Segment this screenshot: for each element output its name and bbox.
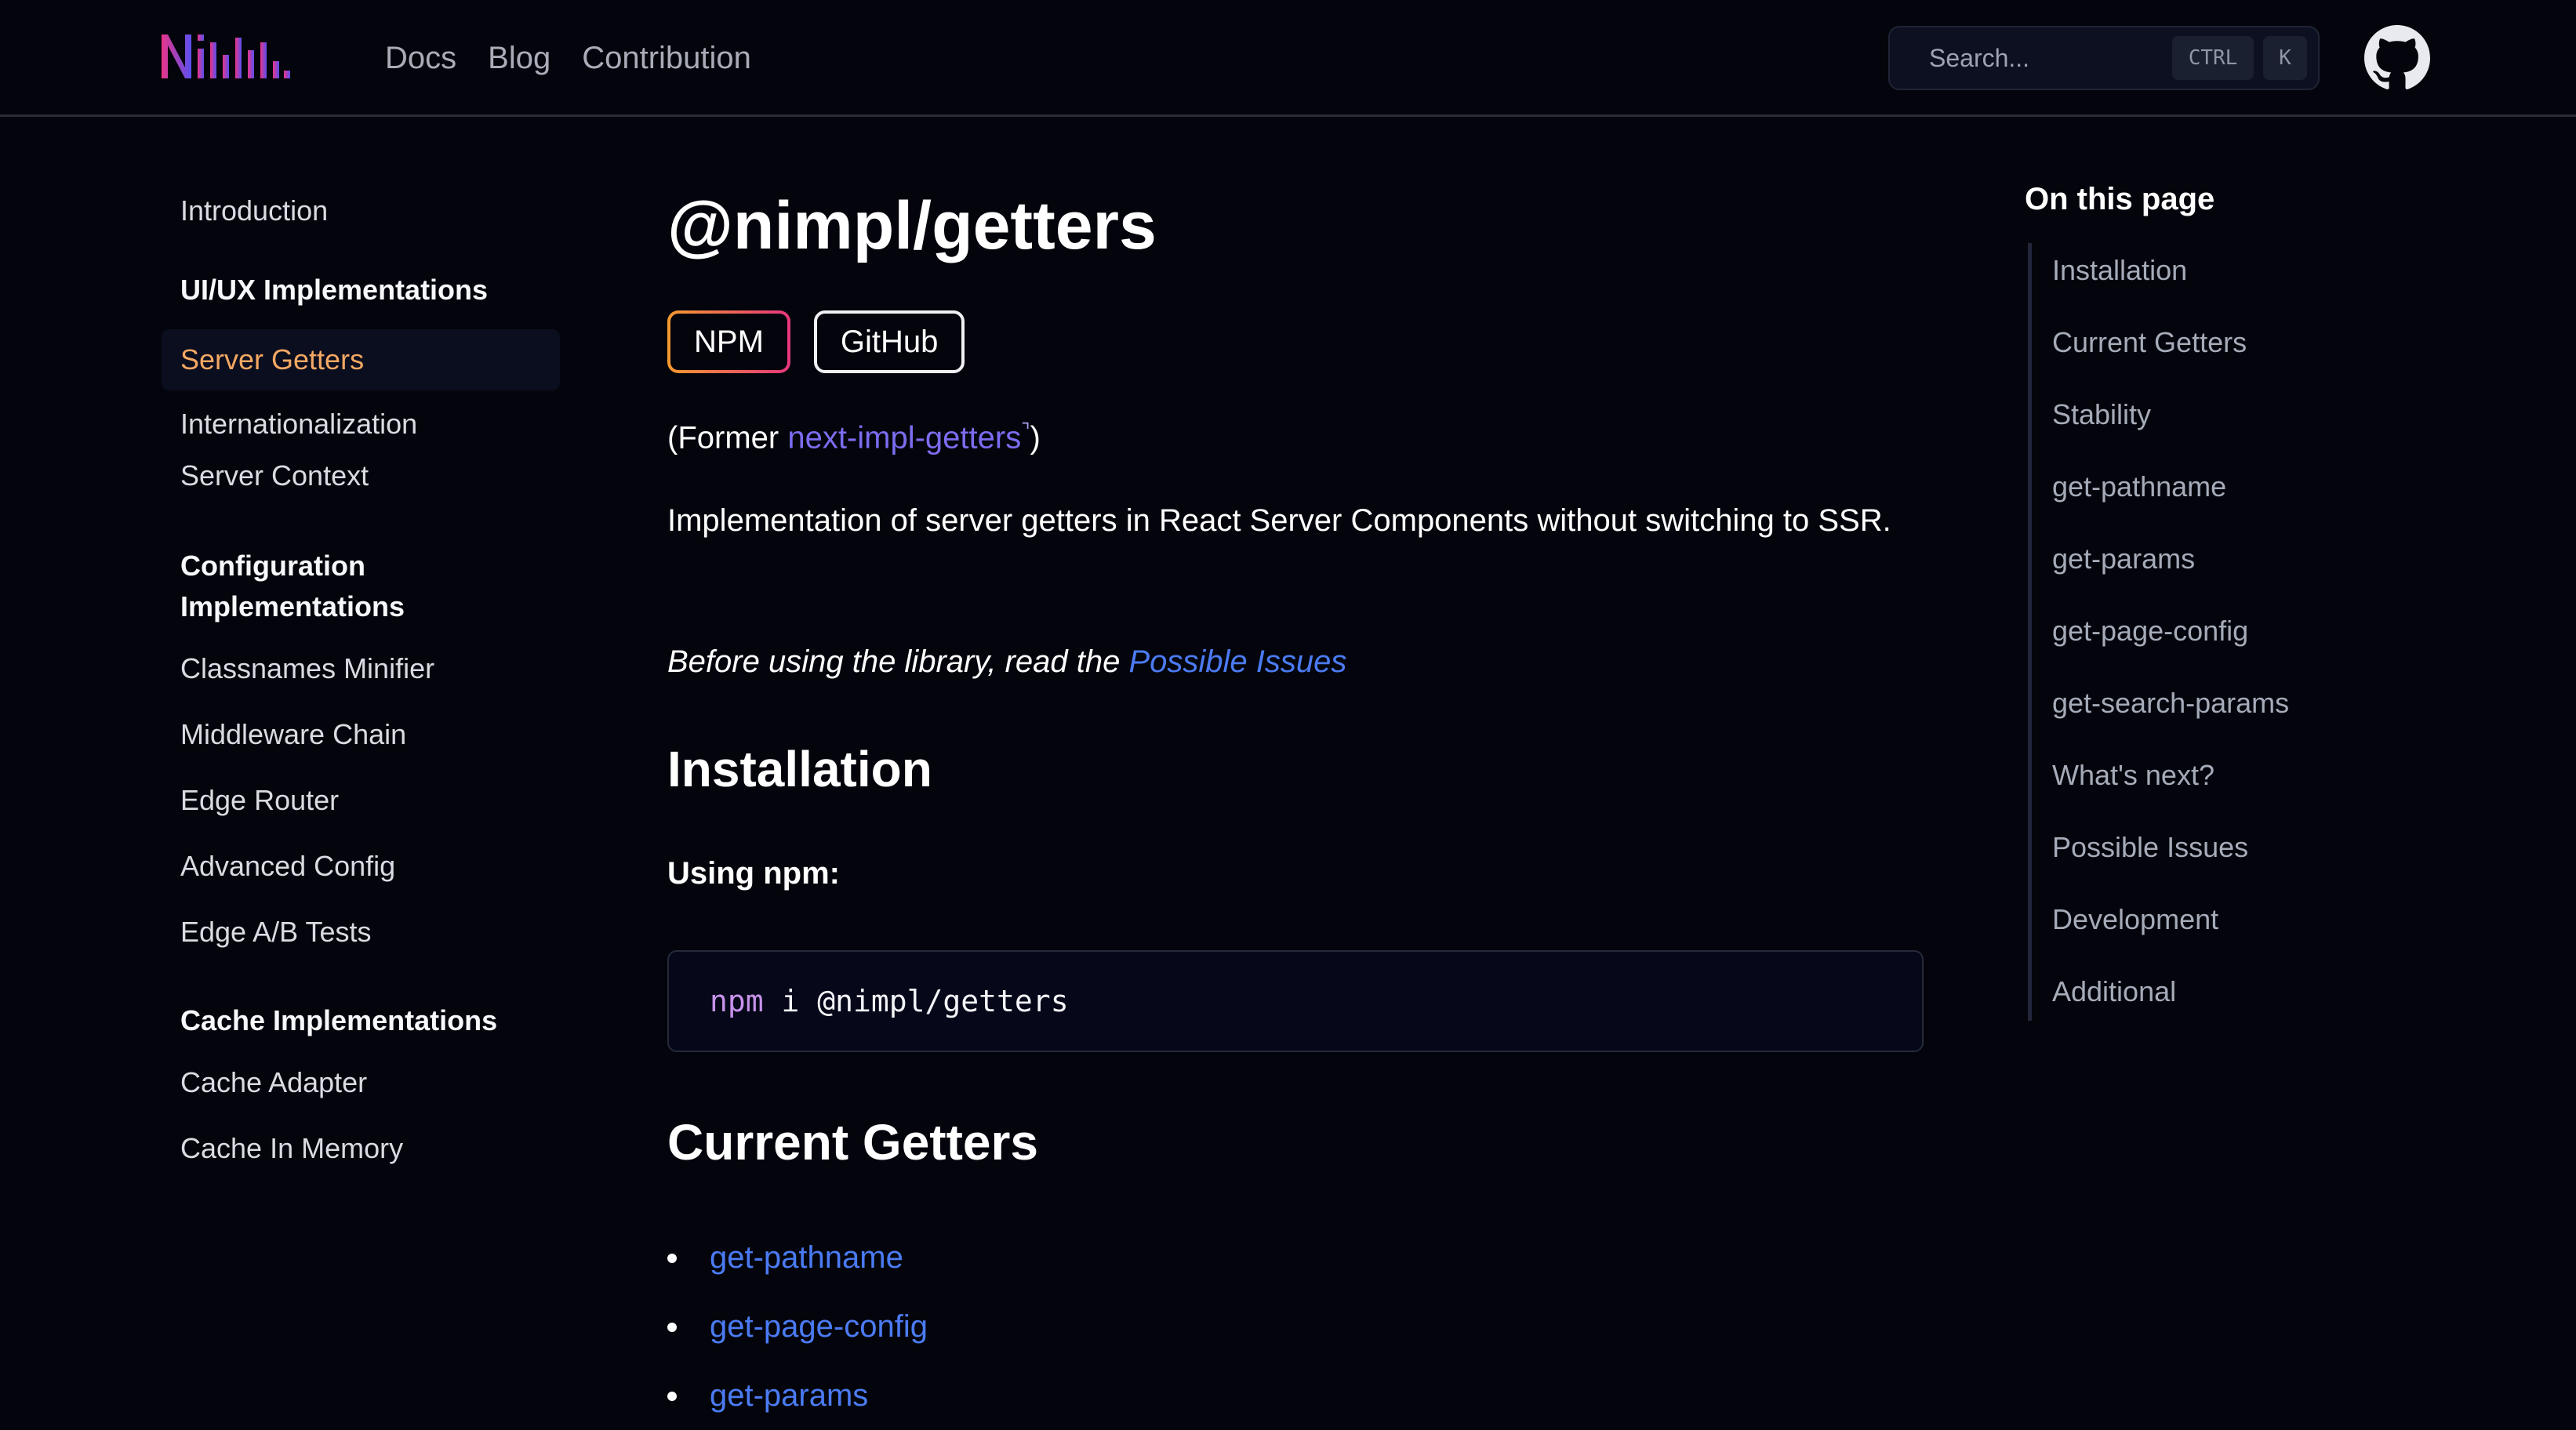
npm-badge-link[interactable]: NPM <box>667 310 790 373</box>
toc-item-stability[interactable]: Stability <box>2032 379 2417 451</box>
list-item: get-pathname <box>667 1223 928 1292</box>
sidebar-item-advanced-config[interactable]: Advanced Config <box>162 834 560 900</box>
sidebar-item-middleware-chain[interactable]: Middleware Chain <box>162 702 560 768</box>
sidebar-item-edge-router[interactable]: Edge Router <box>162 768 560 834</box>
toc-item-installation[interactable]: Installation <box>2032 243 2417 307</box>
toc-item-get-page-config[interactable]: get-page-config <box>2032 595 2417 667</box>
getters-list: get-pathname get-page-config get-params <box>667 1223 928 1430</box>
search-placeholder[interactable]: Search... <box>1929 44 2172 73</box>
table-of-contents: On this page Installation Current Getter… <box>2025 176 2417 1021</box>
sidebar-heading-uiux: UI/UX Implementations <box>180 274 489 306</box>
toc-title: On this page <box>2025 182 2215 216</box>
sidebar-item-introduction[interactable]: Introduction <box>162 172 560 243</box>
current-getters-heading: Current Getters <box>667 1114 1038 1170</box>
toc-item-additional[interactable]: Additional <box>2032 956 2417 1021</box>
sidebar-item-internationalization[interactable]: Internationalization <box>162 390 560 458</box>
code-command: npm <box>710 984 764 1018</box>
sidebar-heading-cache: Cache Implementations <box>180 1004 498 1036</box>
sidebar-item-cache-adapter[interactable]: Cache Adapter <box>162 1065 560 1116</box>
sidebar-item-classnames-minifier[interactable]: Classnames Minifier <box>162 651 560 702</box>
using-npm-label: Using npm: <box>667 856 840 891</box>
search-box[interactable]: Search... CTRL K <box>1888 26 2320 90</box>
former-prefix: (Former <box>667 420 788 455</box>
get-page-config-link[interactable]: get-page-config <box>710 1309 928 1344</box>
code-args: i @nimpl/getters <box>763 984 1069 1018</box>
shortcut-ctrl-key: CTRL <box>2172 36 2254 80</box>
toc-item-get-params[interactable]: get-params <box>2032 523 2417 595</box>
former-suffix: ) <box>1030 420 1041 455</box>
former-name-note: (Former next-impl-getters⌝) <box>667 408 1041 461</box>
sidebar-heading-configuration: Configuration Implementations <box>180 550 405 622</box>
github-badge-link[interactable]: GitHub <box>813 310 965 373</box>
external-link-icon: ⌝ <box>1021 420 1030 441</box>
badge-row: NPM GitHub <box>667 310 965 373</box>
warning-note: Before using the library, read the Possi… <box>667 638 1346 685</box>
install-code-block[interactable]: npm i @nimpl/getters <box>667 950 1924 1052</box>
toc-item-current-getters[interactable]: Current Getters <box>2032 307 2417 379</box>
toc-item-get-pathname[interactable]: get-pathname <box>2032 451 2417 523</box>
toc-list: Installation Current Getters Stability g… <box>2028 243 2417 1021</box>
installation-heading: Installation <box>667 741 932 797</box>
get-pathname-link[interactable]: get-pathname <box>710 1240 903 1275</box>
description: Implementation of server getters in Reac… <box>667 503 1891 538</box>
docs-sidebar: Introduction UI/UX Implementations Serve… <box>162 172 560 1167</box>
nimpl-logo[interactable] <box>162 31 292 82</box>
toc-item-development[interactable]: Development <box>2032 884 2417 956</box>
sidebar-item-edge-ab-tests[interactable]: Edge A/B Tests <box>162 900 560 950</box>
toc-item-whats-next[interactable]: What's next? <box>2032 739 2417 811</box>
get-params-link[interactable]: get-params <box>710 1378 868 1413</box>
possible-issues-link[interactable]: Possible Issues <box>1128 644 1346 679</box>
toc-item-get-search-params[interactable]: get-search-params <box>2032 667 2417 739</box>
nav-contribution[interactable]: Contribution <box>582 34 751 82</box>
former-package-link[interactable]: next-impl-getters <box>787 420 1021 455</box>
top-header: Docs Blog Contribution Search... CTRL K <box>0 0 2576 117</box>
list-item: get-params <box>667 1361 928 1430</box>
sidebar-item-server-getters[interactable]: Server Getters <box>162 329 560 390</box>
note-prefix: Before using the library, read the <box>667 644 1129 679</box>
main-nav: Docs Blog Contribution <box>385 34 751 82</box>
nav-docs[interactable]: Docs <box>385 34 456 82</box>
nav-blog[interactable]: Blog <box>488 34 550 82</box>
github-icon[interactable] <box>2364 25 2430 91</box>
sidebar-item-server-context[interactable]: Server Context <box>162 458 560 494</box>
list-item: get-page-config <box>667 1292 928 1361</box>
page-title: @nimpl/getters <box>667 188 1157 263</box>
toc-item-possible-issues[interactable]: Possible Issues <box>2032 811 2417 884</box>
shortcut-k-key: K <box>2263 36 2307 80</box>
sidebar-item-cache-in-memory[interactable]: Cache In Memory <box>162 1116 560 1167</box>
